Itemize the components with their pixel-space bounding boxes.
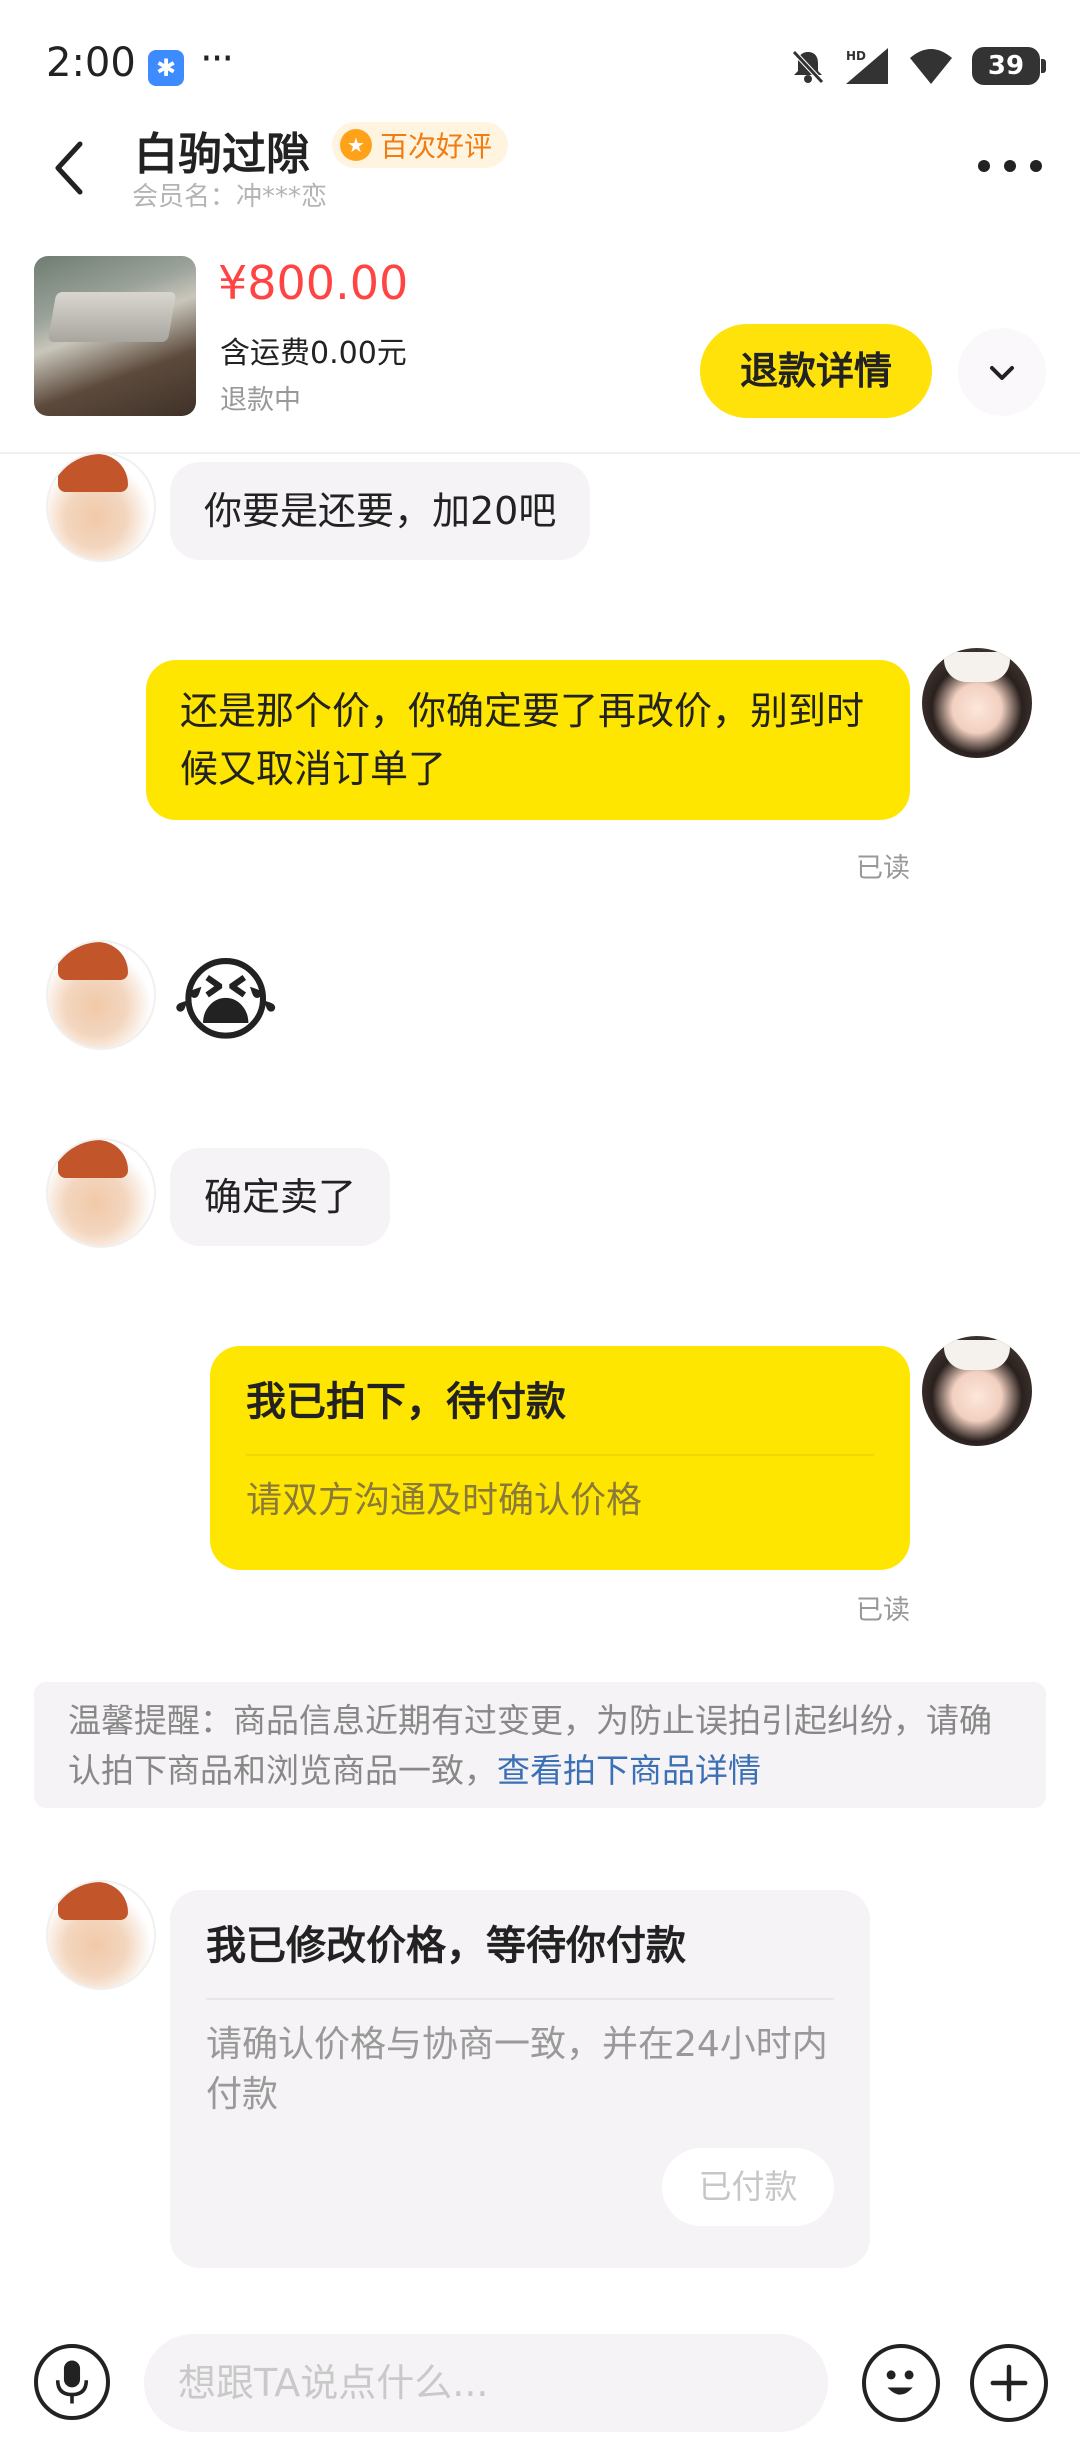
price-change-title: 我已修改价格，等待你付款 xyxy=(206,1923,686,1969)
card-divider xyxy=(206,1998,834,2000)
message-input[interactable] xyxy=(144,2334,828,2432)
price-change-card[interactable]: 我已修改价格，等待你付款 请确认价格与协商一致，并在24小时内付款 已付款 xyxy=(170,1890,870,2268)
contact-avatar[interactable] xyxy=(46,940,156,1050)
card-divider xyxy=(246,1454,874,1456)
app-notification-icon: ✱ xyxy=(148,50,184,86)
signal-icon: HD xyxy=(846,48,888,84)
product-thumbnail[interactable] xyxy=(34,256,196,416)
svg-text:HD: HD xyxy=(846,49,866,63)
crying-emoji: 😭 xyxy=(172,947,280,1054)
more-options-icon[interactable] xyxy=(978,154,1042,178)
contact-avatar[interactable] xyxy=(46,1138,156,1248)
read-receipt: 已读 xyxy=(856,853,910,884)
plus-icon[interactable] xyxy=(970,2344,1048,2422)
chevron-down-icon[interactable] xyxy=(958,328,1046,416)
paid-button[interactable]: 已付款 xyxy=(662,2148,834,2226)
back-icon[interactable] xyxy=(36,128,106,208)
contact-name: 白驹过隙 xyxy=(134,129,310,180)
price-change-subtitle: 请确认价格与协商一致，并在24小时内付款 xyxy=(206,2024,828,2115)
wifi-icon xyxy=(910,49,952,84)
product-price: ¥800.00 xyxy=(218,256,409,310)
status-time: 2:00 xyxy=(46,40,136,86)
order-card-outgoing[interactable]: 我已拍下，待付款 请双方沟通及时确认价格 xyxy=(210,1346,910,1570)
contact-avatar[interactable] xyxy=(46,1880,156,1990)
chat-header: 白驹过隙 ★ 百次好评 会员名：冲***恋 xyxy=(0,108,1080,228)
view-ordered-item-link[interactable]: 查看拍下商品详情 xyxy=(497,1751,761,1790)
message-bubble-outgoing: 还是那个价，你确定要了再改价，别到时候又取消订单了 xyxy=(146,660,910,820)
battery-icon: 39 xyxy=(972,47,1046,85)
microphone-icon[interactable] xyxy=(34,2344,110,2420)
system-notice: 温馨提醒：商品信息近期有过变更，为防止误拍引起纠纷，请确认拍下商品和浏览商品一致… xyxy=(34,1682,1046,1808)
refund-details-button[interactable]: 退款详情 xyxy=(700,324,932,418)
order-card-title: 我已拍下，待付款 xyxy=(246,1379,566,1425)
input-bar xyxy=(0,2320,1080,2460)
message-bubble-incoming: 确定卖了 xyxy=(170,1148,391,1246)
rating-badge: ★ 百次好评 xyxy=(332,122,509,168)
message-bubble-incoming: 你要是还要，加20吧 xyxy=(170,462,591,560)
rating-badge-label: 百次好评 xyxy=(380,130,493,163)
product-bar[interactable]: ¥800.00 含运费0.00元 退款中 退款详情 xyxy=(0,232,1080,454)
star-icon: ★ xyxy=(340,129,372,161)
member-name: 会员名：冲***恋 xyxy=(132,182,328,212)
status-icons: HD 39 xyxy=(790,44,1046,88)
shipping-fee: 含运费0.00元 xyxy=(220,336,407,371)
contact-avatar[interactable] xyxy=(46,452,156,562)
my-avatar[interactable] xyxy=(922,648,1032,758)
mute-icon xyxy=(792,50,824,84)
refund-status: 退款中 xyxy=(220,385,301,416)
my-avatar[interactable] xyxy=(922,1336,1032,1446)
more-notifications-icon: ··· xyxy=(200,36,234,82)
order-card-subtitle: 请双方沟通及时确认价格 xyxy=(246,1480,643,1521)
read-receipt: 已读 xyxy=(856,1595,910,1626)
emoji-icon[interactable] xyxy=(862,2344,940,2422)
